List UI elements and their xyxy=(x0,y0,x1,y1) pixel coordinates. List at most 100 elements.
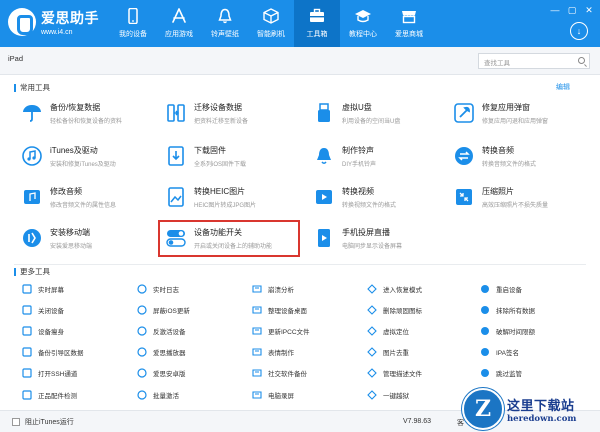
more-tool-restart[interactable]: 重启设备 xyxy=(480,282,522,296)
nav-toolbox[interactable]: 工具箱 xyxy=(294,0,340,47)
restart-icon xyxy=(480,284,490,294)
search-icon[interactable] xyxy=(578,57,585,64)
nav-store[interactable]: 爱思商城 xyxy=(386,0,432,47)
ipa-icon xyxy=(480,347,490,357)
device-tab[interactable]: iPad xyxy=(8,54,23,63)
more-tool-screen[interactable]: 实时屏幕 xyxy=(22,282,64,296)
tool-compress[interactable]: 压缩照片 高效压缩照片不损失质量 xyxy=(454,181,600,213)
tool-title: 转换视频 xyxy=(342,186,374,196)
nav-my-device[interactable]: 我的设备 xyxy=(110,0,156,47)
more-tool-record[interactable]: 电脑录屏 xyxy=(252,388,294,402)
tool-convert-audio[interactable]: 转换音频 转换音频文件的格式 xyxy=(454,140,600,172)
more-tool-label: 设备瘦身 xyxy=(38,329,64,336)
more-tool-profile[interactable]: 管理描述文件 xyxy=(367,366,422,380)
more-tool-label: IPA签名 xyxy=(496,350,519,357)
more-tool-slim[interactable]: 设备瘦身 xyxy=(22,324,64,338)
more-tool-time[interactable]: 破解时间限额 xyxy=(480,324,535,338)
more-tool-label: 整理设备桌面 xyxy=(268,308,307,315)
more-tool-crash[interactable]: 崩溃分析 xyxy=(252,282,294,296)
tool-edit-audio[interactable]: 修改音频 修改音频文件的属性信息 xyxy=(22,181,172,213)
more-tool-deactivate[interactable]: 反激活设备 xyxy=(137,324,186,338)
tool-title: 转换HEIC图片 xyxy=(194,186,246,196)
ssh-icon xyxy=(22,368,32,378)
tool-desc: 修改音频文件的属性信息 xyxy=(50,202,117,209)
tool-migrate[interactable]: 迁移设备数据 把资料迁移至新设备 xyxy=(166,97,316,129)
more-tool-player[interactable]: 爱思播放器 xyxy=(137,345,186,359)
tool-desc: 转换视频文件的格式 xyxy=(342,202,397,209)
accessory-icon xyxy=(22,390,32,400)
block-itunes-checkbox[interactable]: 阻止iTunes运行 xyxy=(12,417,74,427)
tool-title: 修复应用弹窗 xyxy=(482,102,530,112)
more-tool-label: 重启设备 xyxy=(496,287,522,294)
section-common-tools: 常用工具 xyxy=(14,82,50,93)
tool-desc: 安装爱思移动端 xyxy=(50,243,93,250)
more-tool-delete[interactable]: 删除顽固图标 xyxy=(367,303,422,317)
nav-tutorials[interactable]: 教程中心 xyxy=(340,0,386,47)
more-tool-jailbreak[interactable]: 一键越狱 xyxy=(367,388,409,402)
more-tool-label: 崩溃分析 xyxy=(268,287,294,294)
crash-icon xyxy=(252,284,262,294)
more-tool-dedupe[interactable]: 图片去重 xyxy=(367,345,409,359)
more-tool-log[interactable]: 实时日志 xyxy=(137,282,179,296)
record-icon xyxy=(252,390,262,400)
nav-flash[interactable]: 智能刷机 xyxy=(248,0,294,47)
more-tool-desktop[interactable]: 整理设备桌面 xyxy=(252,303,307,317)
more-tool-batch[interactable]: 批量激活 xyxy=(137,388,179,402)
music-icon xyxy=(22,146,42,166)
nav-label: 智能刷机 xyxy=(257,31,285,38)
version-label: V7.98.63 xyxy=(403,418,432,425)
nav-label: 教程中心 xyxy=(349,31,377,38)
more-tool-label: 关闭设备 xyxy=(38,308,64,315)
nav-apps[interactable]: 应用游戏 xyxy=(156,0,202,47)
more-tool-boot[interactable]: 备份引导区数据 xyxy=(22,345,84,359)
tool-bell-make[interactable]: 制作铃声 DIY手机铃声 xyxy=(314,140,464,172)
minimize-button[interactable]: — xyxy=(550,5,560,15)
close-button[interactable]: ✕ xyxy=(584,5,594,15)
tool-wrench[interactable]: 修复应用弹窗修复应用闪退和应用弹窗 xyxy=(454,97,600,129)
section-divider xyxy=(14,264,586,265)
tool-screencast[interactable]: 手机投屏直播 电脑同步显示设备屏幕 xyxy=(314,222,464,254)
nav-ringtones[interactable]: 铃声壁纸 xyxy=(202,0,248,47)
checkbox-box[interactable] xyxy=(12,418,20,426)
tool-desc: 电脑同步显示设备屏幕 xyxy=(342,243,403,250)
more-tool-erase[interactable]: 抹除所有数据 xyxy=(480,303,535,317)
maximize-button[interactable]: ▢ xyxy=(567,5,577,15)
more-tool-power[interactable]: 关闭设备 xyxy=(22,303,64,317)
more-tool-android[interactable]: 爱思安卓版 xyxy=(137,366,186,380)
download-manager-button[interactable]: ↓ xyxy=(570,22,588,40)
tool-desc: 安装和修复iTunes及驱动 xyxy=(50,161,116,168)
more-tool-location[interactable]: 虚拟定位 xyxy=(367,324,409,338)
search-input[interactable]: 查找工具 xyxy=(478,53,590,69)
nav-label: 应用游戏 xyxy=(165,31,193,38)
tool-desc: 修复应用闪退和应用弹窗 xyxy=(482,118,549,125)
more-tool-ipcc[interactable]: 更新IPCC文件 xyxy=(252,324,310,338)
edit-link[interactable]: 编辑 xyxy=(556,82,570,92)
tool-title: 下载固件 xyxy=(194,145,226,155)
tool-title: 制作铃声 xyxy=(342,145,374,155)
tool-desc: 转换音频文件的格式 xyxy=(482,161,537,168)
more-tool-ipa[interactable]: IPA签名 xyxy=(480,345,519,359)
more-tool-block-update[interactable]: 屏蔽iOS更新 xyxy=(137,303,190,317)
log-icon xyxy=(137,284,147,294)
tool-usb[interactable]: 虚拟U盘 利用设备的空间当U盘 xyxy=(314,97,464,129)
tool-mobile-install[interactable]: 安装移动端 安装爱思移动端 xyxy=(22,222,172,254)
more-tool-label: 社交软件备份 xyxy=(268,371,307,378)
more-tool-skip[interactable]: 跳过监管 xyxy=(480,366,522,380)
more-tool-emoji[interactable]: 表情制作 xyxy=(252,345,294,359)
block-itunes-label: 阻止iTunes运行 xyxy=(25,419,74,426)
logo-icon xyxy=(8,8,36,36)
tool-download[interactable]: 下载固件 全系列iOS固件下载 xyxy=(166,140,316,172)
more-tool-recovery[interactable]: 进入恢复模式 xyxy=(367,282,422,296)
tool-heic[interactable]: 转换HEIC图片 HEIC图片转成JPG图片 xyxy=(166,181,316,213)
box-icon xyxy=(263,8,279,24)
tool-music[interactable]: iTunes及驱动 安装和修复iTunes及驱动 xyxy=(22,140,172,172)
more-tool-ssh[interactable]: 打开SSH通道 xyxy=(22,366,77,380)
tool-title: 迁移设备数据 xyxy=(194,102,242,112)
download-icon xyxy=(166,146,186,166)
watermark: Z 这里下载站 heredown.com xyxy=(462,386,600,432)
more-tool-social[interactable]: 社交软件备份 xyxy=(252,366,307,380)
tool-umbrella[interactable]: 备份/恢复数据 轻松备份和恢复设备的资料 xyxy=(22,97,172,129)
tool-video-convert[interactable]: 转换视频转换视频文件的格式 xyxy=(314,181,464,213)
usb-icon xyxy=(314,103,334,123)
more-tool-accessory[interactable]: 正品配件检测 xyxy=(22,388,77,402)
